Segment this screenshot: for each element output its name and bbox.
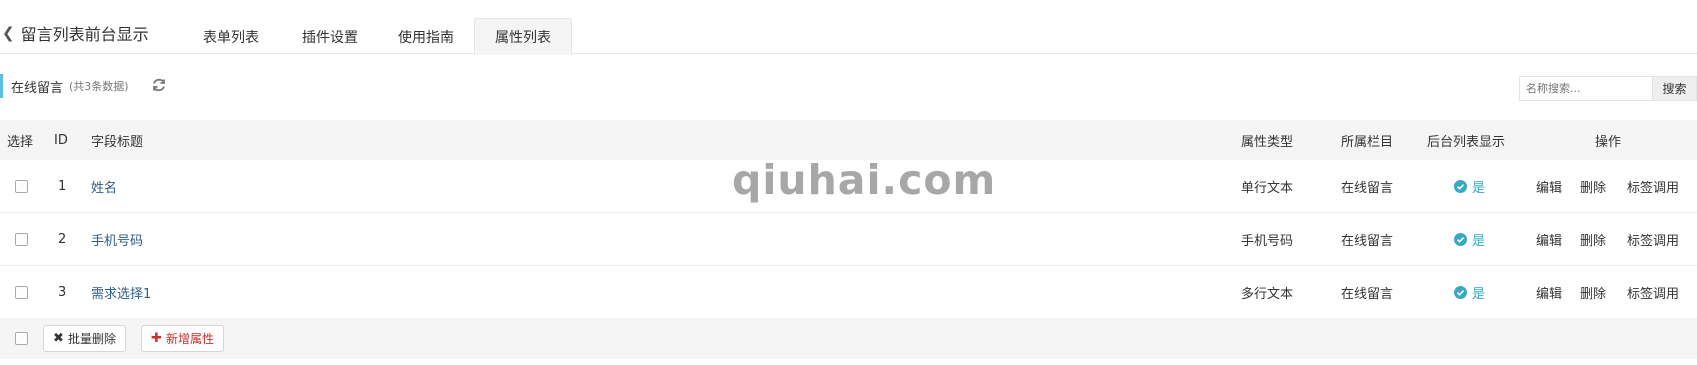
display-status[interactable]: 是 (1454, 213, 1485, 266)
row-checkbox[interactable] (15, 180, 28, 193)
search-input[interactable] (1519, 76, 1652, 101)
attribute-type: 多行文本 (1241, 287, 1294, 302)
field-title-link[interactable]: 需求选择1 (91, 266, 151, 319)
delete-link[interactable]: 删除 (1580, 213, 1606, 266)
search-button[interactable]: 搜索 (1652, 76, 1697, 101)
add-attribute-label: 新增属性 (165, 332, 214, 346)
category: 在线留言 (1341, 234, 1394, 249)
table-footer: ✖ 批量删除 ✚ 新增属性 (0, 318, 1697, 359)
row-checkbox[interactable] (15, 286, 28, 299)
refresh-icon[interactable] (151, 77, 167, 93)
top-bar: ❮ 留言列表前台显示 表单列表 插件设置 使用指南 属性列表 (0, 0, 1697, 55)
tab-form-list[interactable]: 表单列表 (180, 18, 282, 55)
display-status-label: 是 (1472, 287, 1486, 302)
column-actions: 操作 (1595, 134, 1622, 150)
category: 在线留言 (1341, 287, 1394, 302)
attribute-type: 单行文本 (1241, 181, 1294, 196)
tag-call-link[interactable]: 标签调用 (1627, 266, 1679, 319)
delete-link[interactable]: 删除 (1580, 266, 1606, 319)
category: 在线留言 (1341, 181, 1394, 196)
edit-link[interactable]: 编辑 (1536, 266, 1562, 319)
edit-link[interactable]: 编辑 (1536, 213, 1562, 266)
display-status-label: 是 (1472, 234, 1486, 249)
check-circle-icon (1454, 233, 1467, 246)
check-circle-icon (1454, 286, 1467, 299)
field-title-link[interactable]: 手机号码 (91, 213, 143, 266)
record-count: (共3条数据) (69, 80, 129, 93)
select-all-checkbox[interactable] (15, 332, 28, 345)
batch-delete-label: 批量删除 (67, 332, 116, 346)
display-status[interactable]: 是 (1454, 160, 1485, 213)
table-row: 2 手机号码 手机号码 在线留言 是 编辑 删除 标签调用 (0, 213, 1697, 266)
page-title: 留言列表前台显示 (20, 25, 149, 44)
table-row: 3 需求选择1 多行文本 在线留言 是 编辑 删除 标签调用 (0, 266, 1697, 319)
column-attribute-type: 属性类型 (1241, 134, 1294, 150)
tag-call-link[interactable]: 标签调用 (1627, 213, 1679, 266)
plus-icon: ✚ (151, 331, 162, 346)
edit-link[interactable]: 编辑 (1536, 160, 1562, 213)
tag-call-link[interactable]: 标签调用 (1627, 160, 1679, 213)
table-header: 选择 ID 字段标题 属性类型 所属栏目 后台列表显示 操作 (0, 120, 1697, 160)
section-header: 在线留言 (共3条数据) (0, 74, 129, 98)
close-icon: ✖ (53, 331, 64, 346)
tab-usage-guide[interactable]: 使用指南 (378, 18, 474, 55)
batch-delete-button[interactable]: ✖ 批量删除 (43, 325, 126, 352)
column-field-title: 字段标题 (91, 134, 144, 150)
table-row: 1 姓名 单行文本 在线留言 是 编辑 删除 标签调用 (0, 160, 1697, 213)
attribute-type: 手机号码 (1241, 234, 1294, 249)
back-button[interactable]: ❮ 留言列表前台显示 (2, 20, 149, 46)
chevron-left-icon: ❮ (2, 24, 15, 42)
column-backend-display: 后台列表显示 (1427, 134, 1506, 150)
check-circle-icon (1454, 180, 1467, 193)
row-id: 3 (58, 285, 67, 300)
field-title-link[interactable]: 姓名 (91, 160, 117, 213)
display-status-label: 是 (1472, 181, 1486, 196)
tab-plugin-settings[interactable]: 插件设置 (282, 18, 378, 55)
delete-link[interactable]: 删除 (1580, 160, 1606, 213)
attribute-table: 选择 ID 字段标题 属性类型 所属栏目 后台列表显示 操作 1 姓名 单行文本… (0, 120, 1697, 319)
row-id: 1 (58, 179, 67, 194)
tab-bar: 表单列表 插件设置 使用指南 属性列表 (180, 18, 572, 55)
add-attribute-button[interactable]: ✚ 新增属性 (141, 325, 224, 352)
column-id: ID (54, 132, 68, 148)
column-category: 所属栏目 (1341, 134, 1394, 150)
row-id: 2 (58, 232, 67, 247)
tab-attribute-list[interactable]: 属性列表 (474, 18, 572, 55)
section-title: 在线留言 (11, 80, 64, 96)
row-checkbox[interactable] (15, 233, 28, 246)
column-select: 选择 (7, 134, 34, 150)
display-status[interactable]: 是 (1454, 266, 1485, 319)
